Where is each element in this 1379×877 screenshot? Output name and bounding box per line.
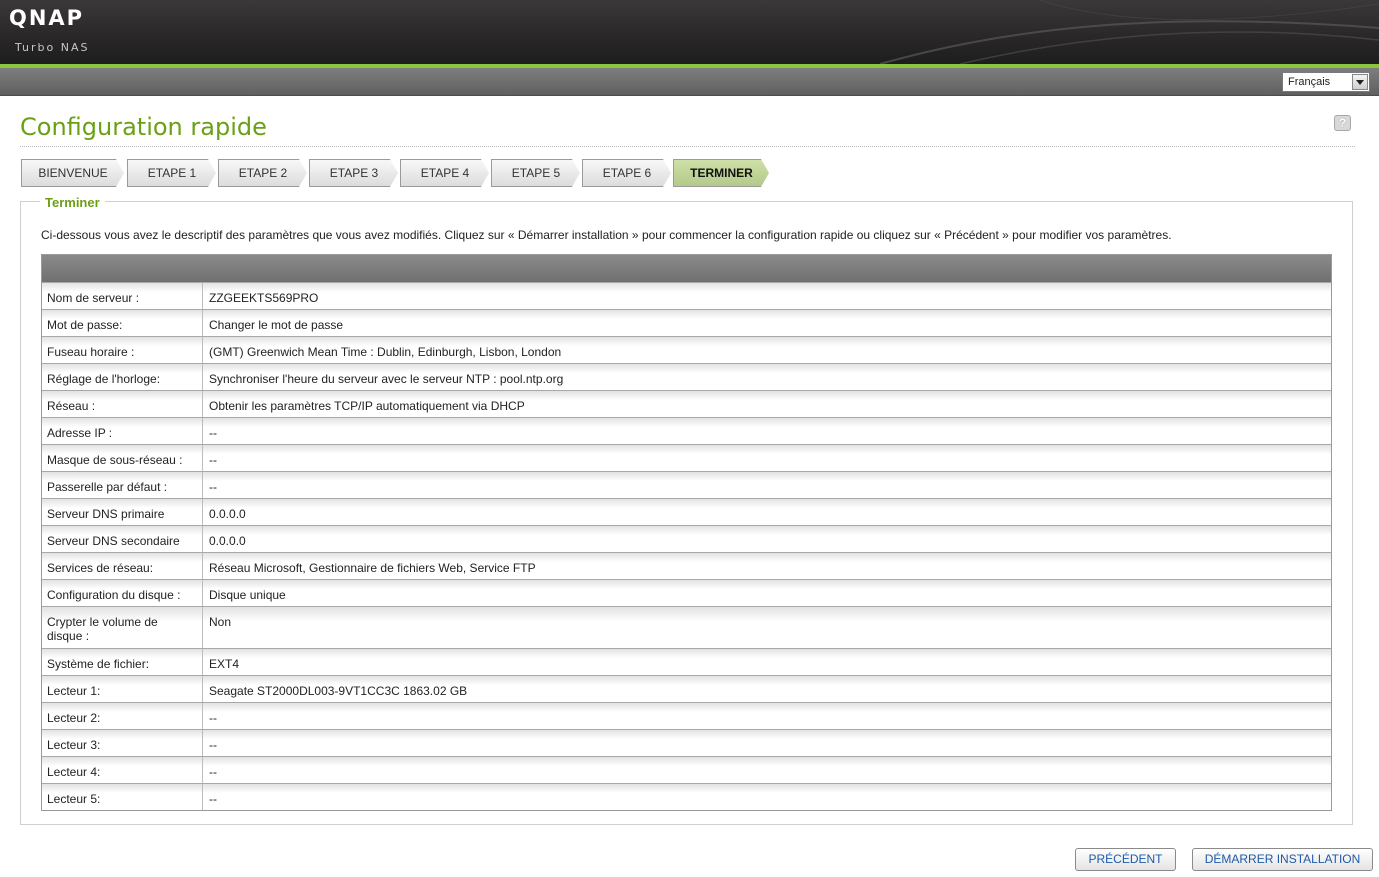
help-icon[interactable]: ?: [1334, 115, 1351, 131]
step-etape-4[interactable]: ETAPE 4: [400, 159, 489, 187]
row-label: Serveur DNS secondaire: [42, 526, 203, 552]
row-label: Fuseau horaire :: [42, 337, 203, 363]
qnap-logo: QNAP: [9, 6, 85, 30]
step-bienvenue[interactable]: BIENVENUE: [21, 159, 124, 187]
table-row: Crypter le volume de disque : Non: [42, 606, 1331, 648]
row-value: Obtenir les paramètres TCP/IP automatiqu…: [209, 399, 525, 413]
intro-text: Ci-dessous vous avez le descriptif des p…: [41, 228, 1172, 242]
row-label: Nom de serveur :: [42, 283, 203, 309]
row-value: --: [209, 480, 217, 494]
row-label: Lecteur 3:: [42, 730, 203, 756]
step-etape-2[interactable]: ETAPE 2: [218, 159, 307, 187]
row-label: Configuration du disque :: [42, 580, 203, 606]
table-row: Serveur DNS primaire 0.0.0.0: [42, 498, 1331, 525]
table-row: Lecteur 5: --: [42, 783, 1331, 810]
row-label: Réglage de l'horloge:: [42, 364, 203, 390]
row-label: Lecteur 4:: [42, 757, 203, 783]
row-value: --: [209, 426, 217, 440]
summary-table-header: [42, 255, 1331, 282]
chevron-down-icon[interactable]: [1352, 74, 1368, 90]
table-row: Réglage de l'horloge: Synchroniser l'heur…: [42, 363, 1331, 390]
row-value: Disque unique: [209, 588, 286, 602]
app-header: QNAP Turbo NAS: [0, 0, 1379, 64]
row-value: Non: [209, 615, 232, 629]
turbo-nas-subtitle: Turbo NAS: [15, 41, 90, 54]
row-label: Système de fichier:: [42, 649, 203, 675]
table-row: Système de fichier: EXT4: [42, 648, 1331, 675]
table-row: Nom de serveur : ZZGEEKTS569PRO: [42, 282, 1331, 309]
previous-button[interactable]: PRÉCÉDENT: [1075, 848, 1176, 871]
row-label: Lecteur 1:: [42, 676, 203, 702]
row-label: Lecteur 2:: [42, 703, 203, 729]
row-value: 0.0.0.0: [209, 534, 246, 548]
table-row: Configuration du disque : Disque unique: [42, 579, 1331, 606]
step-etape-1[interactable]: ETAPE 1: [127, 159, 216, 187]
table-row: Adresse IP : --: [42, 417, 1331, 444]
row-value: --: [209, 453, 217, 467]
row-value: Synchroniser l'heure du serveur avec le …: [209, 372, 564, 386]
row-value: --: [209, 738, 217, 752]
table-row: Lecteur 3: --: [42, 729, 1331, 756]
row-label: Serveur DNS primaire: [42, 499, 203, 525]
language-select-value: Français: [1288, 76, 1331, 88]
language-bar: Français: [0, 68, 1379, 96]
row-label: Adresse IP :: [42, 418, 203, 444]
panel-legend: Terminer: [40, 195, 105, 210]
row-label: Réseau :: [42, 391, 203, 417]
row-value: ZZGEEKTS569PRO: [209, 291, 319, 305]
row-value: EXT4: [209, 657, 240, 671]
table-row: Masque de sous-réseau : --: [42, 444, 1331, 471]
title-divider: [20, 146, 1355, 147]
row-value: --: [209, 711, 217, 725]
table-row: Fuseau horaire : (GMT) Greenwich Mean Tim…: [42, 336, 1331, 363]
row-label: Lecteur 5:: [42, 784, 203, 810]
step-etape-6[interactable]: ETAPE 6: [582, 159, 671, 187]
row-label: Passerelle par défaut :: [42, 472, 203, 498]
start-installation-button[interactable]: DÉMARRER INSTALLATION: [1192, 848, 1373, 871]
table-row: Passerelle par défaut : --: [42, 471, 1331, 498]
row-value: --: [209, 765, 217, 779]
row-value: Seagate ST2000DL003-9VT1CC3C 1863.02 GB: [209, 684, 468, 698]
row-value: --: [209, 792, 217, 806]
table-row: Lecteur 4: --: [42, 756, 1331, 783]
row-label: Mot de passe:: [42, 310, 203, 336]
row-value: Changer le mot de passe: [209, 318, 344, 332]
language-select[interactable]: Français: [1282, 72, 1370, 92]
row-value: 0.0.0.0: [209, 507, 246, 521]
table-row: Services de réseau: Réseau Microsoft, Ges…: [42, 552, 1331, 579]
row-label: Services de réseau:: [42, 553, 203, 579]
header-swoosh-decoration: [879, 0, 1379, 64]
table-row: Mot de passe: Changer le mot de passe: [42, 309, 1331, 336]
table-row: Réseau : Obtenir les paramètres TCP/IP au…: [42, 390, 1331, 417]
table-row: Lecteur 1: Seagate ST2000DL003-9VT1CC3C 1…: [42, 675, 1331, 702]
summary-table: Nom de serveur : ZZGEEKTS569PRO Mot de pas…: [41, 254, 1332, 811]
table-row: Serveur DNS secondaire 0.0.0.0: [42, 525, 1331, 552]
step-etape-3[interactable]: ETAPE 3: [309, 159, 398, 187]
row-value: (GMT) Greenwich Mean Time : Dublin, Edin…: [209, 345, 562, 359]
table-row: Lecteur 2: --: [42, 702, 1331, 729]
row-value: Réseau Microsoft, Gestionnaire de fichie…: [209, 561, 536, 575]
row-label: Masque de sous-réseau :: [42, 445, 203, 471]
step-terminer[interactable]: TERMINER: [673, 159, 769, 187]
page-title: Configuration rapide: [20, 113, 267, 141]
row-label: Crypter le volume de disque :: [42, 607, 203, 648]
step-etape-5[interactable]: ETAPE 5: [491, 159, 580, 187]
